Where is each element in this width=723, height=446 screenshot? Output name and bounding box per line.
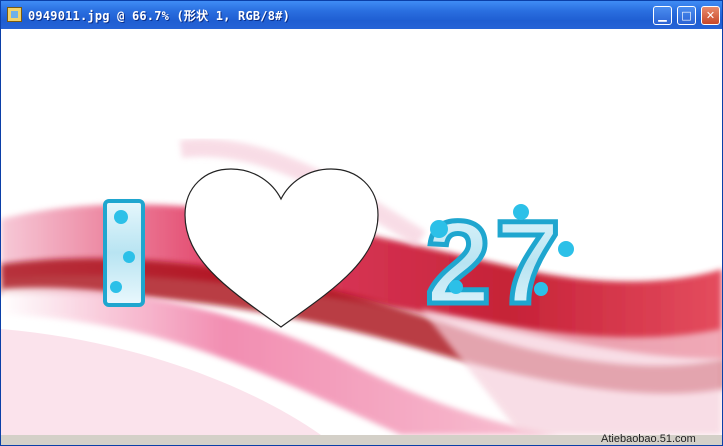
image-canvas[interactable]: I 27 bbox=[1, 29, 722, 435]
title-bar[interactable]: 0949011.jpg @ 66.7% (形状 1, RGB/8#) ▁ □ ✕ bbox=[1, 1, 722, 29]
glass-number-27: 27 bbox=[423, 195, 574, 332]
number-text: 27 bbox=[425, 197, 564, 329]
maximize-button[interactable]: □ bbox=[677, 6, 696, 25]
artwork: I 27 bbox=[1, 138, 722, 435]
watermark-text: Atiebaobao.51.com bbox=[601, 433, 696, 445]
document-icon bbox=[7, 7, 22, 22]
minimize-button[interactable]: ▁ bbox=[653, 6, 672, 25]
photoshop-document-window: 0949011.jpg @ 66.7% (形状 1, RGB/8#) ▁ □ ✕ bbox=[0, 0, 723, 446]
glass-letter-i: I bbox=[103, 199, 145, 307]
close-button[interactable]: ✕ bbox=[701, 6, 720, 25]
window-title: 0949011.jpg @ 66.7% (形状 1, RGB/8#) bbox=[28, 9, 290, 23]
